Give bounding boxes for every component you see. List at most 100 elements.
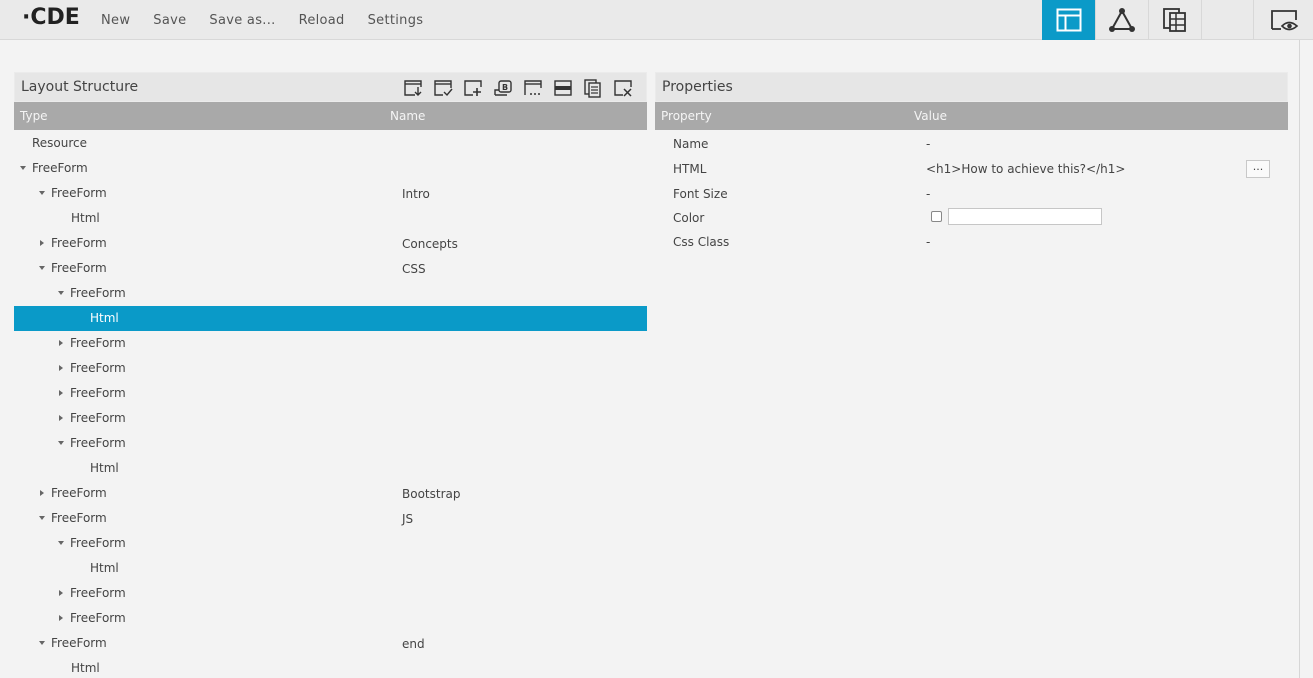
tree-row[interactable]: FreeForm — [14, 356, 647, 381]
property-row-font-size: Font Size - — [655, 182, 1288, 206]
page-scrollbar[interactable] — [1299, 40, 1313, 678]
datasources-view-button[interactable] — [1148, 0, 1201, 40]
duplicate-icon — [584, 79, 601, 98]
tree-row-name: JS — [402, 512, 414, 526]
layout-column-header: Type Name — [14, 102, 647, 130]
layout-toolbar: B — [398, 73, 638, 103]
expand-arrow-icon[interactable] — [59, 615, 63, 621]
property-row-color: Color — [655, 206, 1288, 230]
apply-template-icon — [434, 80, 453, 97]
tree-row-type: FreeForm — [70, 611, 126, 625]
properties-header: Properties — [655, 72, 1288, 102]
collapse-arrow-icon[interactable] — [58, 441, 64, 445]
reload-button[interactable]: Reload — [299, 13, 345, 28]
property-value[interactable]: - — [926, 137, 930, 151]
save-template-button[interactable] — [398, 73, 428, 103]
expand-arrow-icon[interactable] — [40, 240, 44, 246]
property-label: Name — [673, 137, 709, 151]
new-button[interactable]: New — [101, 13, 130, 28]
tree-row[interactable]: FreeForm — [14, 606, 647, 631]
tree-row-type: FreeForm — [51, 186, 107, 200]
tree-row[interactable]: Html — [14, 656, 647, 678]
save-as-button[interactable]: Save as... — [209, 13, 275, 28]
tree-row-type: FreeForm — [32, 161, 88, 175]
tree-row[interactable]: FreeForm — [14, 281, 647, 306]
duplicate-button[interactable] — [578, 73, 608, 103]
tree-row-type: Html — [90, 461, 119, 475]
add-row-button[interactable] — [458, 73, 488, 103]
tree-row[interactable]: FreeForm — [14, 531, 647, 556]
tree-row[interactable]: FreeForm — [14, 431, 647, 456]
tree-row[interactable]: FreeForm — [14, 156, 647, 181]
tree-row-name: Bootstrap — [402, 487, 461, 501]
tree-row[interactable]: FreeForm Bootstrap — [14, 481, 647, 506]
tree-row[interactable]: FreeForm CSS — [14, 256, 647, 281]
cde-logo[interactable]: ·CDE — [22, 5, 80, 30]
collapse-arrow-icon[interactable] — [58, 291, 64, 295]
expand-arrow-icon[interactable] — [40, 490, 44, 496]
tree-row-type: FreeForm — [70, 411, 126, 425]
tree-row[interactable]: FreeForm — [14, 381, 647, 406]
add-freeform-icon — [524, 80, 542, 95]
property-row-css-class: Css Class - — [655, 230, 1288, 254]
add-html-icon — [554, 80, 572, 96]
tree-row[interactable]: FreeForm — [14, 406, 647, 431]
tree-row-type: FreeForm — [51, 261, 107, 275]
type-column-label: Type — [20, 109, 48, 123]
tree-row-type: FreeForm — [51, 486, 107, 500]
collapse-arrow-icon[interactable] — [39, 516, 45, 520]
expand-arrow-icon[interactable] — [59, 365, 63, 371]
tree-row[interactable]: Html — [14, 306, 647, 331]
save-template-icon — [404, 80, 422, 96]
collapse-arrow-icon[interactable] — [20, 166, 26, 170]
expand-arrow-icon[interactable] — [59, 415, 63, 421]
color-input[interactable] — [948, 208, 1102, 225]
property-value[interactable]: <h1>How to achieve this?</h1> — [926, 162, 1125, 176]
property-row-name: Name - — [655, 132, 1288, 156]
collapse-arrow-icon[interactable] — [39, 641, 45, 645]
settings-button[interactable]: Settings — [368, 13, 424, 28]
tree-row-type: FreeForm — [51, 236, 107, 250]
tree-row[interactable]: FreeForm — [14, 581, 647, 606]
add-freeform-button[interactable] — [518, 73, 548, 103]
property-value[interactable]: - — [926, 235, 930, 249]
collapse-arrow-icon[interactable] — [39, 191, 45, 195]
tree-row[interactable]: FreeForm end — [14, 631, 647, 656]
property-value[interactable]: - — [926, 187, 930, 201]
tree-row[interactable]: Html — [14, 556, 647, 581]
tree-row[interactable]: FreeForm Intro — [14, 181, 647, 206]
tree-row[interactable]: Resource — [14, 131, 647, 156]
tree-row-type: Html — [71, 661, 100, 675]
apply-template-button[interactable] — [428, 73, 458, 103]
delete-button[interactable] — [608, 73, 638, 103]
edit-html-button[interactable]: ... — [1246, 160, 1270, 178]
preview-button[interactable] — [1253, 0, 1313, 40]
tree-row-name: Concepts — [402, 237, 458, 251]
tree-row-type: FreeForm — [70, 336, 126, 350]
tree-row-type: FreeForm — [70, 386, 126, 400]
property-label: HTML — [673, 162, 707, 176]
properties-title: Properties — [662, 79, 733, 95]
tree-row-name: CSS — [402, 262, 426, 276]
preview-icon — [1270, 10, 1298, 31]
tree-row[interactable]: Html — [14, 206, 647, 231]
tree-row[interactable]: FreeForm Concepts — [14, 231, 647, 256]
expand-arrow-icon[interactable] — [59, 340, 63, 346]
tree-row[interactable]: FreeForm — [14, 331, 647, 356]
add-bootstrap-panel-icon: B — [494, 80, 512, 96]
color-checkbox[interactable] — [931, 211, 942, 222]
expand-arrow-icon[interactable] — [59, 590, 63, 596]
collapse-arrow-icon[interactable] — [39, 266, 45, 270]
collapse-arrow-icon[interactable] — [58, 541, 64, 545]
add-html-button[interactable] — [548, 73, 578, 103]
components-view-button[interactable] — [1095, 0, 1148, 40]
save-button[interactable]: Save — [153, 13, 186, 28]
tree-row-type: FreeForm — [70, 586, 126, 600]
tree-row-name: Intro — [402, 187, 430, 201]
expand-arrow-icon[interactable] — [59, 390, 63, 396]
tree-row[interactable]: Html — [14, 456, 647, 481]
tree-row[interactable]: FreeForm JS — [14, 506, 647, 531]
add-bootstrap-button[interactable]: B — [488, 73, 518, 103]
layout-view-button[interactable] — [1042, 0, 1095, 40]
name-column-label: Name — [390, 109, 426, 123]
